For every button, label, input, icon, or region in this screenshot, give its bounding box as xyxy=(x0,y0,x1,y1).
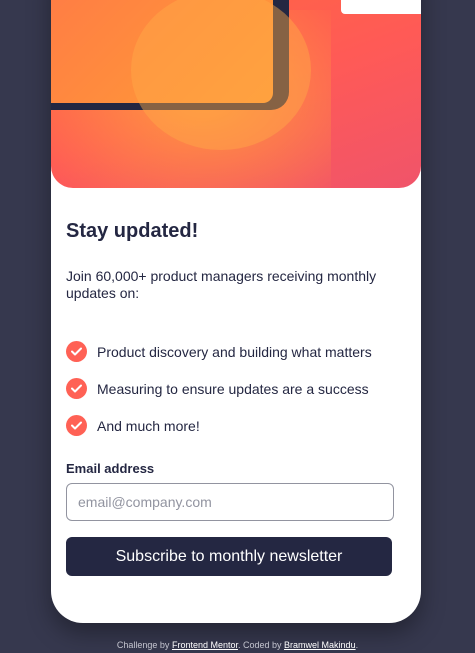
newsletter-card: Stay updated! Join 60,000+ product manag… xyxy=(51,0,421,623)
feature-text: And much more! xyxy=(97,417,200,434)
intro-text: Join 60,000+ product managers receiving … xyxy=(66,268,377,301)
attribution-challenge-prefix: Challenge by xyxy=(116,640,170,650)
author-link[interactable]: Bramwel Makindu xyxy=(284,640,356,650)
feature-text: Measuring to ensure updates are a succes… xyxy=(97,380,369,397)
email-label: Email address xyxy=(66,461,155,476)
list-item: And much more! xyxy=(66,407,372,444)
list-item: Product discovery and building what matt… xyxy=(66,333,372,370)
check-icon xyxy=(66,415,87,436)
attribution-suffix: . xyxy=(355,640,359,650)
attribution-coded-prefix: . Coded by xyxy=(238,640,282,650)
hero-illustration xyxy=(51,0,421,188)
illustration-screen xyxy=(51,0,311,150)
page-title: Stay updated! xyxy=(66,220,199,242)
check-icon xyxy=(66,378,87,399)
subscribe-button[interactable]: Subscribe to monthly newsletter xyxy=(66,537,392,576)
feature-text: Product discovery and building what matt… xyxy=(97,343,372,360)
frontend-mentor-link[interactable]: Frontend Mentor xyxy=(172,640,238,650)
illustration-window-tab xyxy=(341,0,421,14)
email-field[interactable] xyxy=(66,483,394,521)
feature-list: Product discovery and building what matt… xyxy=(66,333,372,444)
list-item: Measuring to ensure updates are a succes… xyxy=(66,370,372,407)
attribution: Challenge by Frontend Mentor. Coded by B… xyxy=(0,640,475,650)
check-icon xyxy=(66,341,87,362)
